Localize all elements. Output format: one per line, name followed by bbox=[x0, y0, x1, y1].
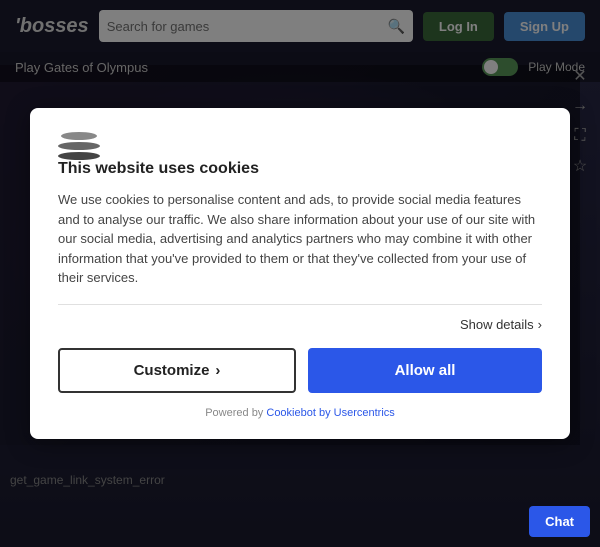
show-details-row: Show details › bbox=[58, 317, 542, 332]
powered-by: Powered by Cookiebot by Usercentrics bbox=[58, 407, 542, 419]
customize-button[interactable]: Customize › bbox=[58, 348, 296, 393]
chevron-right-icon: › bbox=[538, 317, 542, 332]
cookiebot-logo bbox=[58, 132, 100, 160]
cookie-modal-title: This website uses cookies bbox=[58, 160, 542, 178]
customize-label: Customize bbox=[134, 362, 210, 379]
cookie-modal-body: We use cookies to personalise content an… bbox=[58, 190, 542, 288]
logo-layer-1 bbox=[61, 132, 97, 140]
powered-by-prefix: Powered by bbox=[205, 407, 266, 419]
logo-layer-3 bbox=[58, 152, 100, 160]
cookiebot-link[interactable]: Cookiebot by Usercentrics bbox=[266, 407, 394, 419]
cookie-divider bbox=[58, 304, 542, 305]
chat-button[interactable]: Chat bbox=[529, 506, 590, 537]
logo-layer-2 bbox=[58, 142, 100, 150]
modal-overlay: This website uses cookies We use cookies… bbox=[0, 0, 600, 547]
cookie-actions: Customize › Allow all bbox=[58, 348, 542, 393]
show-details-button[interactable]: Show details › bbox=[460, 317, 542, 332]
allow-all-button[interactable]: Allow all bbox=[308, 348, 542, 393]
chevron-right-icon-2: › bbox=[215, 362, 220, 379]
cookie-modal: This website uses cookies We use cookies… bbox=[30, 108, 570, 439]
show-details-label: Show details bbox=[460, 317, 534, 332]
